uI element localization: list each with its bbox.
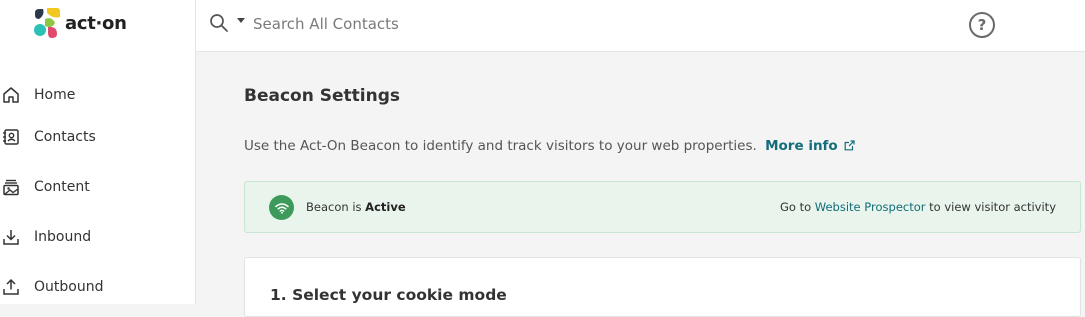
search-scope-dropdown-icon[interactable] (237, 18, 245, 23)
main-content: Beacon Settings Use the Act-On Beacon to… (196, 53, 1085, 317)
content-icon (3, 179, 19, 196)
goto-suffix: to view visitor activity (929, 200, 1056, 214)
description-text: Use the Act-On Beacon to identify and tr… (244, 138, 757, 154)
beacon-status-banner: Beacon is Active Go to Website Prospecto… (244, 181, 1081, 233)
sidebar-item-content[interactable]: Content (0, 162, 195, 212)
search-icon[interactable] (209, 13, 229, 33)
sidebar-item-outbound[interactable]: Outbound (0, 262, 195, 312)
logo-mark-icon (34, 8, 60, 38)
sidebar: act·on Home Contacts Content Inbound Out… (0, 0, 196, 304)
search-input[interactable] (253, 11, 753, 37)
page-description: Use the Act-On Beacon to identify and tr… (244, 138, 855, 154)
goto-prefix: Go to (779, 200, 812, 214)
sidebar-item-contacts[interactable]: Contacts (0, 112, 195, 162)
sidebar-item-label: Home (34, 86, 76, 103)
main-nav: Home Contacts Content Inbound Outbound (0, 77, 195, 312)
status-prefix: Beacon is (306, 200, 362, 214)
help-glyph: ? (977, 16, 987, 34)
logo-text: act·on (65, 12, 127, 34)
more-info-link[interactable]: More info (765, 138, 855, 154)
website-prospector-link[interactable]: Website Prospector (815, 200, 926, 214)
sidebar-item-label: Content (34, 179, 90, 195)
home-icon (3, 86, 19, 103)
status-value: Active (365, 200, 406, 214)
act-on-logo[interactable]: act·on (33, 7, 127, 39)
sidebar-item-label: Contacts (34, 129, 96, 145)
prospector-hint: Go to Website Prospector to view visitor… (780, 200, 1056, 214)
wifi-icon (269, 195, 294, 220)
page-title: Beacon Settings (244, 86, 400, 106)
beacon-status-text: Beacon is Active (306, 200, 406, 214)
sidebar-item-home[interactable]: Home (0, 77, 195, 112)
more-info-label: More info (765, 138, 838, 154)
section-title: 1. Select your cookie mode (270, 286, 507, 304)
external-link-icon (844, 140, 855, 151)
cookie-mode-card: 1. Select your cookie mode (244, 257, 1081, 317)
outbound-icon (3, 278, 19, 295)
sidebar-item-inbound[interactable]: Inbound (0, 212, 195, 262)
sidebar-item-label: Inbound (34, 229, 92, 245)
sidebar-item-label: Outbound (34, 279, 104, 295)
help-icon[interactable]: ? (969, 12, 995, 38)
top-bar: ? (196, 0, 1085, 52)
contacts-icon (3, 129, 19, 145)
inbound-icon (3, 230, 19, 245)
